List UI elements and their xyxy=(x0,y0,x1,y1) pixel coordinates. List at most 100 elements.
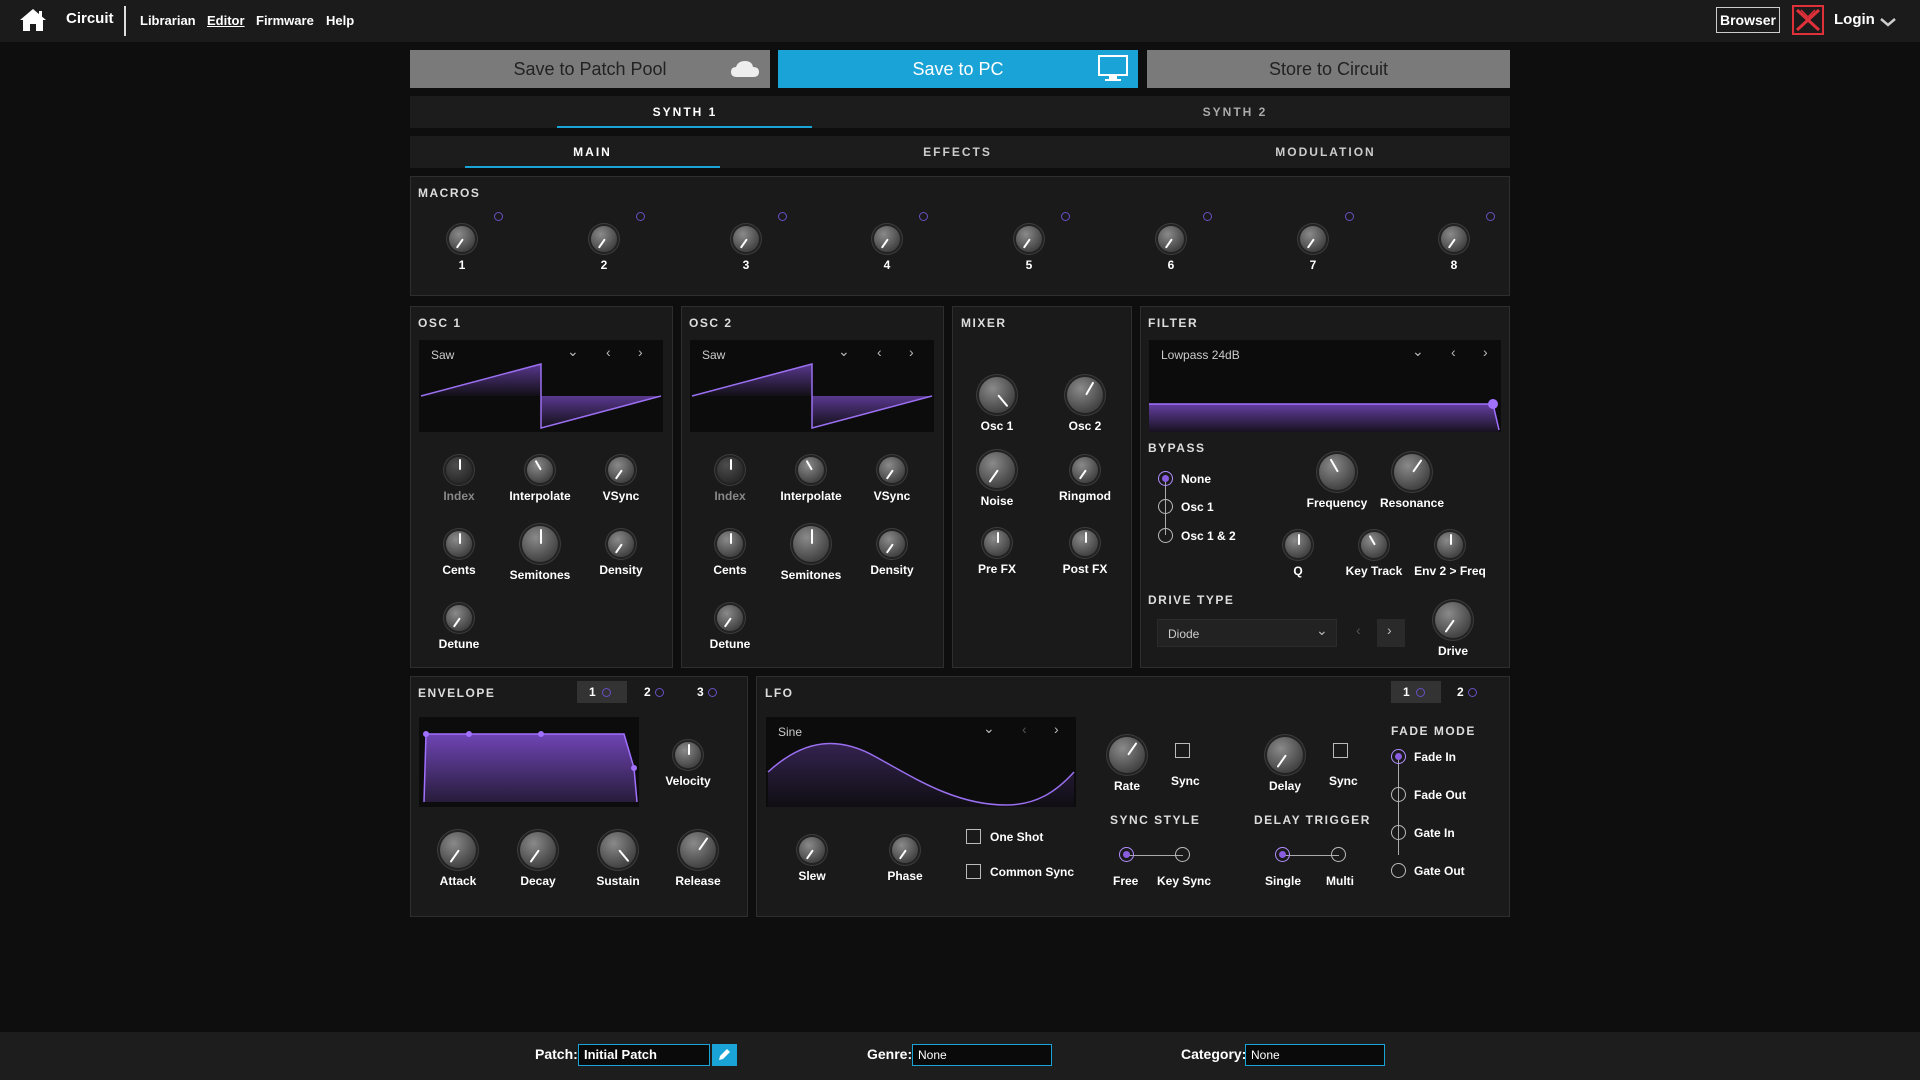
edit-patch-name-button[interactable] xyxy=(712,1044,737,1066)
macro-8-knob[interactable] xyxy=(1441,226,1467,252)
mixer-osc-1-knob[interactable] xyxy=(979,377,1015,413)
lfo-tab-2[interactable]: 2 xyxy=(1457,681,1477,703)
osc1-cents-knob[interactable] xyxy=(446,531,472,557)
filter-env-2-freq-knob[interactable] xyxy=(1437,532,1463,558)
save-to-patch-pool-button[interactable]: Save to Patch Pool xyxy=(410,50,770,88)
osc2-waveform-display[interactable]: Saw ⌄ ‹ › xyxy=(690,340,934,432)
nav-firmware[interactable]: Firmware xyxy=(256,13,314,28)
filter-display[interactable]: Lowpass 24dB ⌄ ‹ › xyxy=(1149,340,1501,432)
envelope-decay-knob[interactable] xyxy=(520,832,556,868)
sync-style-free-radio[interactable] xyxy=(1119,847,1134,862)
chevron-left-icon[interactable]: ‹ xyxy=(1356,622,1361,638)
macro-6-knob[interactable] xyxy=(1158,226,1184,252)
patch-name-input[interactable]: Initial Patch xyxy=(578,1044,710,1066)
macro-2-knob[interactable] xyxy=(591,226,617,252)
nav-librarian[interactable]: Librarian xyxy=(140,13,196,28)
mixer-pre-fx-knob[interactable] xyxy=(984,530,1010,556)
macro-1-knob[interactable] xyxy=(449,226,475,252)
osc2-detune-knob[interactable] xyxy=(717,605,743,631)
macro-4-knob[interactable] xyxy=(874,226,900,252)
envelope-graph[interactable] xyxy=(419,717,639,807)
envelope-sustain-knob[interactable] xyxy=(600,832,636,868)
gate-out-radio[interactable] xyxy=(1391,863,1406,878)
home-icon[interactable] xyxy=(18,7,48,38)
bypass-osc1-radio[interactable] xyxy=(1158,499,1173,514)
lfo-phase-knob[interactable] xyxy=(892,837,918,863)
macro-5-knob[interactable] xyxy=(1016,226,1042,252)
tab-synth-1[interactable]: SYNTH 1 xyxy=(410,96,960,128)
tab-main[interactable]: MAIN xyxy=(465,136,720,168)
envelope-velocity-knob[interactable] xyxy=(675,742,701,768)
filter-drive-knob[interactable] xyxy=(1435,602,1471,638)
category-input[interactable]: None xyxy=(1245,1044,1385,1066)
login-link[interactable]: Login xyxy=(1834,11,1875,28)
osc1-vsync-knob[interactable] xyxy=(608,457,634,483)
fade-in-label: Fade In xyxy=(1414,750,1457,764)
filter-q-knob[interactable] xyxy=(1285,532,1311,558)
envelope-tab-3[interactable]: 3 xyxy=(697,681,717,703)
brand-name[interactable]: Circuit xyxy=(66,10,114,27)
drive-type-title: DRIVE TYPE xyxy=(1148,593,1235,607)
lfo-waveform-display[interactable]: Sine ⌄ ‹ › xyxy=(766,717,1076,807)
osc2-semitones-knob[interactable] xyxy=(793,526,829,562)
rate-sync-checkbox[interactable] xyxy=(1175,743,1190,758)
save-to-pc-button[interactable]: Save to PC xyxy=(778,50,1138,88)
osc2-density-knob[interactable] xyxy=(879,531,905,557)
filter-resonance-knob[interactable] xyxy=(1394,454,1430,490)
delay-sync-checkbox[interactable] xyxy=(1333,743,1348,758)
chevron-down-icon[interactable] xyxy=(1880,14,1896,32)
fade-in-radio[interactable] xyxy=(1391,749,1406,764)
osc2-cents-knob[interactable] xyxy=(717,531,743,557)
nav-editor[interactable]: Editor xyxy=(207,13,245,28)
knob-pointer xyxy=(723,617,732,628)
radio-connector xyxy=(1398,759,1399,855)
envelope-release-knob[interactable] xyxy=(680,832,716,868)
browser-button[interactable]: Browser xyxy=(1716,7,1780,33)
osc2-index-knob[interactable] xyxy=(717,457,743,483)
osc2-interpolate-knob[interactable] xyxy=(798,457,824,483)
lfo-rate-knob[interactable] xyxy=(1109,737,1145,773)
osc1-semitones-knob[interactable] xyxy=(522,526,558,562)
bypass-none-radio[interactable] xyxy=(1158,471,1173,486)
tab-effects[interactable]: EFFECTS xyxy=(830,136,1085,168)
macro-3-knob[interactable] xyxy=(733,226,759,252)
osc2-vsync-knob[interactable] xyxy=(879,457,905,483)
tab-modulation[interactable]: MODULATION xyxy=(1198,136,1453,168)
knob-pointer xyxy=(805,460,813,471)
envelope-tab-1[interactable]: 1 xyxy=(577,681,627,703)
nav-help[interactable]: Help xyxy=(326,13,354,28)
osc1-detune-knob[interactable] xyxy=(446,605,472,631)
osc1-waveform-display[interactable]: Saw ⌄ ‹ › xyxy=(419,340,663,432)
sync-style-keysync-radio[interactable] xyxy=(1175,847,1190,862)
bypass-osc12-radio[interactable] xyxy=(1158,528,1173,543)
one-shot-checkbox[interactable] xyxy=(966,829,981,844)
drive-type-select[interactable]: Diode ⌄ xyxy=(1157,619,1337,647)
filter-frequency-knob[interactable] xyxy=(1319,454,1355,490)
envelope-tab-2[interactable]: 2 xyxy=(644,681,664,703)
common-sync-checkbox[interactable] xyxy=(966,864,981,879)
envelope-attack-knob[interactable] xyxy=(440,832,476,868)
macro-7-knob[interactable] xyxy=(1300,226,1326,252)
lfo-tab-1[interactable]: 1 xyxy=(1391,681,1441,703)
store-to-circuit-button[interactable]: Store to Circuit xyxy=(1147,50,1510,88)
osc1-index-knob[interactable] xyxy=(446,457,472,483)
mixer-ringmod-knob[interactable] xyxy=(1072,457,1098,483)
cloud-icon xyxy=(730,60,760,83)
fade-out-radio[interactable] xyxy=(1391,787,1406,802)
osc1-density-knob[interactable] xyxy=(608,531,634,557)
genre-input[interactable]: None xyxy=(912,1044,1052,1066)
next-drive-button[interactable]: › xyxy=(1377,619,1405,647)
tab-synth-2[interactable]: SYNTH 2 xyxy=(960,96,1510,128)
filter-key-track-knob[interactable] xyxy=(1361,532,1387,558)
device-status-icon[interactable] xyxy=(1792,5,1824,40)
lfo-delay-knob[interactable] xyxy=(1267,737,1303,773)
gate-in-radio[interactable] xyxy=(1391,825,1406,840)
knob-pointer xyxy=(1276,754,1287,768)
mixer-noise-knob[interactable] xyxy=(979,452,1015,488)
delay-trigger-multi-radio[interactable] xyxy=(1331,847,1346,862)
lfo-slew-knob[interactable] xyxy=(799,837,825,863)
osc1-interpolate-knob[interactable] xyxy=(527,457,553,483)
delay-trigger-single-radio[interactable] xyxy=(1275,847,1290,862)
mixer-osc-2-knob[interactable] xyxy=(1067,377,1103,413)
mixer-post-fx-knob[interactable] xyxy=(1072,530,1098,556)
